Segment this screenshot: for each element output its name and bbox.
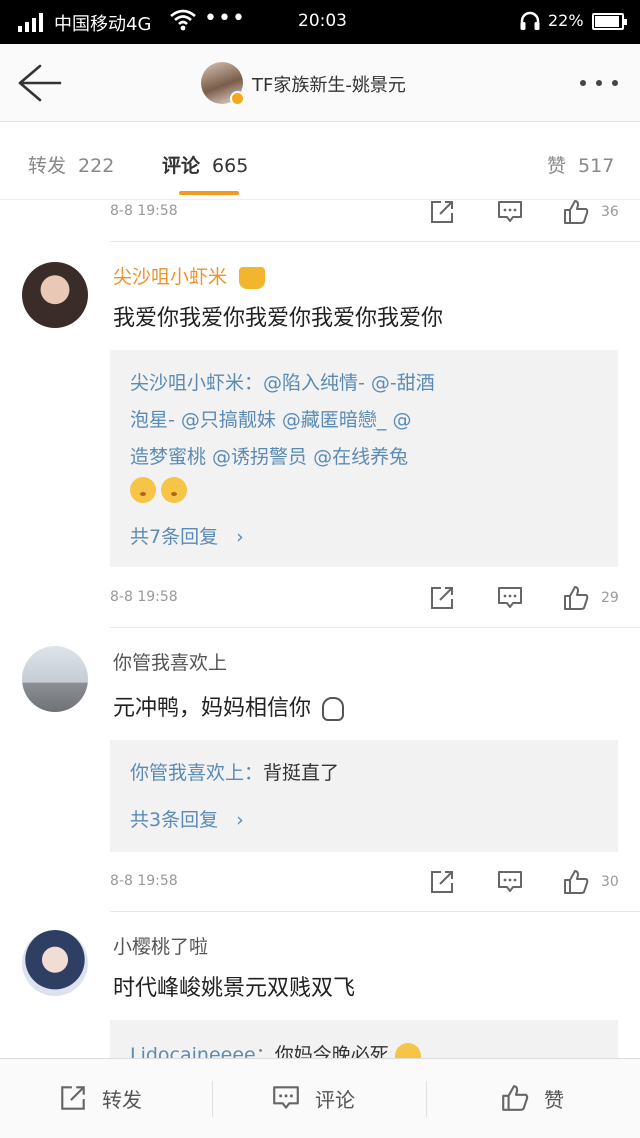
carrier-label: 中国移动4G <box>54 14 152 35</box>
tab-repost[interactable]: 转发 222 <box>28 151 114 178</box>
like-icon[interactable] <box>562 868 590 896</box>
comment-date: 8-8 19:58 <box>110 873 178 889</box>
tab-comment-count: 665 <box>212 155 249 177</box>
tab-bar: 转发 222 评论 665 赞 517 <box>0 122 640 200</box>
comment-button-label: 评论 <box>315 1087 355 1112</box>
kiss-emoji-icon <box>130 477 156 503</box>
status-bar: 中国移动4G ••• 20:03 22% <box>0 0 640 44</box>
share-icon[interactable] <box>428 198 456 226</box>
reply-icon[interactable] <box>496 584 524 612</box>
reply-line[interactable]: 尖沙咀小虾米：@陷入纯情- @-甜酒 <box>130 368 435 395</box>
comment-text: 元冲鸭，妈妈相信你 <box>113 690 345 722</box>
repost-button[interactable]: 转发 <box>58 1083 142 1113</box>
comment-text-content: 元冲鸭，妈妈相信你 <box>113 696 312 721</box>
fist-emoji-icon <box>322 697 345 721</box>
reply-line[interactable]: 泡星- @只搞靓妹 @藏匿暗戀_ @ <box>130 405 411 432</box>
battery-percent: 22% <box>548 11 584 30</box>
reply-box[interactable]: Lidocaineeee：你妈今晚必死 <box>110 1020 618 1060</box>
like-icon[interactable] <box>562 198 590 226</box>
page-title[interactable]: TF家族新生-姚景元 <box>252 71 406 97</box>
like-count: 29 <box>601 590 619 606</box>
commenter-name[interactable]: 小樱桃了啦 <box>113 932 208 959</box>
divider <box>426 1081 427 1117</box>
comment-meta-row: 8-8 19:58 29 <box>110 584 620 614</box>
headset-icon <box>520 11 540 30</box>
top-nav-bar: TF家族新生-姚景元 <box>0 44 640 122</box>
commenter-name-text: 尖沙咀小虾米 <box>113 266 228 288</box>
divider <box>110 627 640 628</box>
share-icon <box>61 1086 85 1110</box>
reply-box[interactable]: 你管我喜欢上：背挺直了 共3条回复 › <box>110 740 618 852</box>
like-icon[interactable] <box>562 584 590 612</box>
divider <box>110 911 640 912</box>
reply-icon[interactable] <box>496 868 524 896</box>
chevron-right-icon: › <box>236 809 244 831</box>
active-tab-indicator <box>179 191 239 195</box>
clock: 20:03 <box>298 11 347 31</box>
reply-author[interactable]: 你管我喜欢上： <box>130 762 263 784</box>
like-count: 30 <box>601 874 619 890</box>
view-more-replies-label: 共7条回复 <box>130 526 219 548</box>
chevron-right-icon: › <box>236 526 244 548</box>
repost-button-label: 转发 <box>102 1087 142 1112</box>
view-more-replies[interactable]: 共3条回复 › <box>130 805 244 832</box>
commenter-avatar[interactable] <box>22 930 88 996</box>
commenter-avatar[interactable] <box>22 646 88 712</box>
tab-like-count: 517 <box>578 155 615 177</box>
tab-comment-label: 评论 <box>162 155 201 177</box>
comment-meta-row: 8-8 19:58 36 <box>110 198 620 228</box>
like-count: 36 <box>601 204 619 220</box>
signal-icon <box>18 12 43 32</box>
comment-date: 8-8 19:58 <box>110 203 178 219</box>
tab-repost-label: 转发 <box>28 155 67 177</box>
commenter-avatar[interactable] <box>22 262 88 328</box>
back-arrow-icon[interactable] <box>14 60 64 106</box>
verified-badge-icon <box>230 91 245 106</box>
view-more-replies[interactable]: 共7条回复 › <box>130 522 244 549</box>
share-icon[interactable] <box>428 868 456 896</box>
reply-icon[interactable] <box>496 198 524 226</box>
commenter-name[interactable]: 尖沙咀小虾米 <box>113 262 266 289</box>
reply-text: 背挺直了 <box>263 762 340 784</box>
commenter-name[interactable]: 你管我喜欢上 <box>113 648 227 675</box>
like-button-label: 赞 <box>544 1087 564 1112</box>
bottom-action-bar: 转发 评论 赞 <box>0 1058 640 1138</box>
battery-icon <box>592 13 627 30</box>
reply-line[interactable]: 你管我喜欢上：背挺直了 <box>130 758 339 785</box>
comment-icon <box>273 1086 299 1109</box>
more-notifications-icon: ••• <box>204 6 246 31</box>
tab-comment[interactable]: 评论 665 <box>162 151 248 178</box>
reply-line[interactable]: 造梦蜜桃 @诱拐警员 @在线养兔 <box>130 442 408 469</box>
comment-date: 8-8 19:58 <box>110 589 178 605</box>
reply-box[interactable]: 尖沙咀小虾米：@陷入纯情- @-甜酒 泡星- @只搞靓妹 @藏匿暗戀_ @ 造梦… <box>110 350 618 567</box>
comment-text: 时代峰峻姚景元双贱双飞 <box>113 976 356 1001</box>
comment-button[interactable]: 评论 <box>271 1083 355 1113</box>
divider <box>212 1081 213 1117</box>
comment-meta-row: 8-8 19:58 30 <box>110 868 620 898</box>
kiss-emoji-icons <box>130 477 188 503</box>
kiss-emoji-icon <box>161 477 188 503</box>
like-icon <box>502 1085 529 1111</box>
like-button[interactable]: 赞 <box>500 1083 564 1113</box>
divider <box>110 241 640 242</box>
tab-repost-count: 222 <box>78 155 115 177</box>
tab-like[interactable]: 赞 517 <box>547 151 614 178</box>
vip-crown-icon <box>239 266 266 289</box>
reply-line[interactable]: Lidocaineeee：你妈今晚必死 <box>130 1040 421 1060</box>
view-more-replies-label: 共3条回复 <box>130 809 219 831</box>
tab-like-label: 赞 <box>547 155 567 177</box>
comment-text: 我爱你我爱你我爱你我爱你我爱你 <box>113 306 444 331</box>
more-options-icon[interactable] <box>580 80 618 86</box>
share-icon[interactable] <box>428 584 456 612</box>
wifi-icon <box>170 9 196 31</box>
